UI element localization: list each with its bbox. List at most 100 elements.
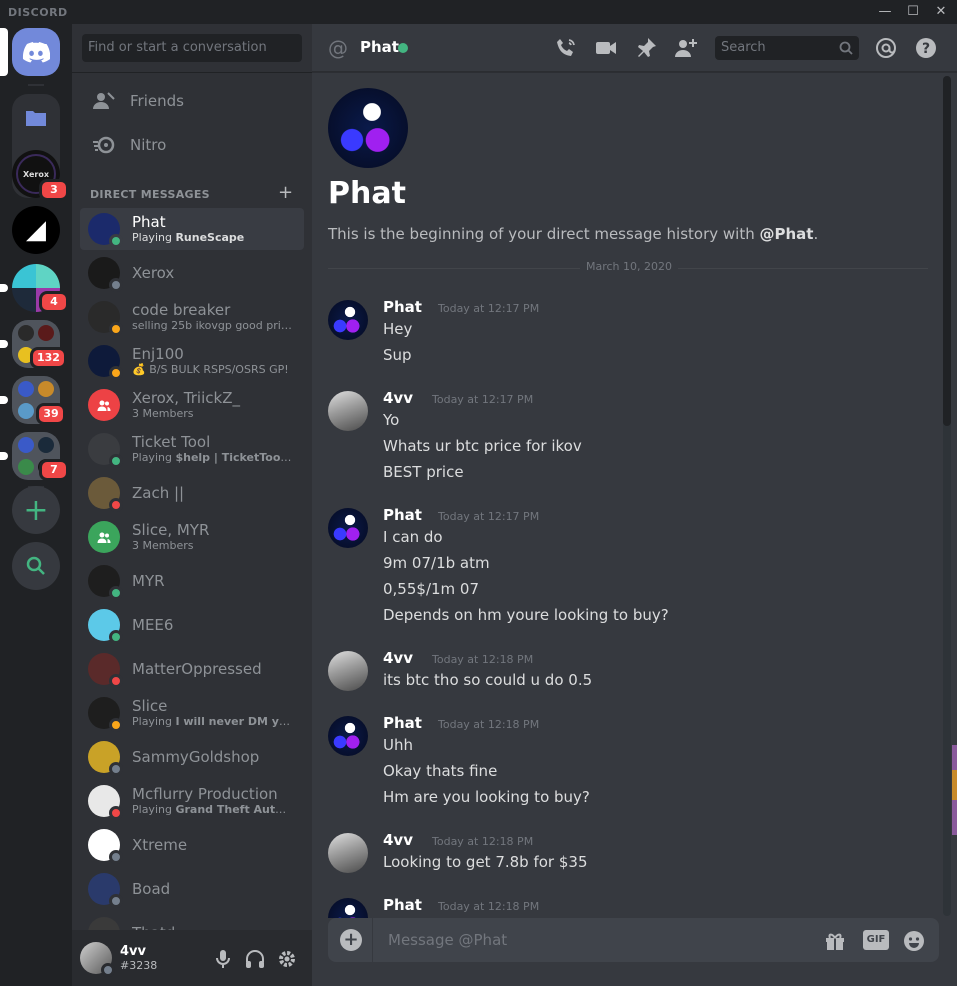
avatar: [88, 829, 123, 864]
dm-item[interactable]: Phat Playing RuneScape: [80, 208, 304, 250]
chat-search-placeholder: Search: [721, 40, 766, 55]
dm-item[interactable]: Mcflurry Production Playing Grand Theft A…: [80, 780, 304, 822]
message-avatar[interactable]: [328, 391, 368, 431]
dm-item[interactable]: Slice, MYR 3 Members: [80, 516, 304, 558]
message-avatar[interactable]: [328, 716, 368, 756]
avatar: [88, 345, 123, 380]
message-avatar[interactable]: [328, 300, 368, 340]
status-indicator: [109, 894, 123, 908]
maximize-button[interactable]: ☐: [898, 0, 928, 24]
dm-item[interactable]: Zach ||: [80, 472, 304, 514]
server-badge: 132: [30, 347, 67, 369]
message-timestamp: Today at 12:18 PM: [432, 835, 534, 848]
message-group[interactable]: 4vv Today at 12:18 PM its btc tho so could…: [328, 649, 928, 701]
gift-icon[interactable]: [823, 929, 847, 953]
dm-name: MatterOppressed: [132, 660, 262, 678]
microphone-icon[interactable]: [212, 948, 234, 970]
server-dark[interactable]: ◢: [12, 206, 60, 254]
status-indicator: [109, 498, 123, 512]
home-button[interactable]: [0, 28, 60, 76]
message-group[interactable]: Phat Today at 12:17 PM Hey Sup: [328, 298, 928, 376]
dm-name: Slice: [132, 697, 168, 715]
dm-item[interactable]: Xtreme: [80, 824, 304, 866]
server-group-3[interactable]: 7: [0, 432, 69, 481]
dm-item[interactable]: MEE6: [80, 604, 304, 646]
intro-text: This is the beginning of your direct mes…: [328, 225, 818, 243]
chat-recipient-name[interactable]: Phat: [360, 38, 399, 56]
dm-item[interactable]: code breaker selling 25b ikovgp good pric…: [80, 296, 304, 338]
status-indicator: [109, 630, 123, 644]
message-list[interactable]: Phat This is the beginning of your direc…: [312, 72, 957, 918]
server-rail: Xerox 3 ◢ 4 132 39 7 +: [0, 24, 72, 986]
message-group[interactable]: 4vv Today at 12:18 PM Looking to get 7.8b …: [328, 831, 928, 883]
message-avatar[interactable]: [328, 898, 368, 918]
voice-call-icon[interactable]: [554, 36, 578, 60]
find-conversation-input[interactable]: Find or start a conversation: [82, 34, 302, 62]
mentions-icon[interactable]: [874, 36, 898, 60]
message-author[interactable]: 4vv: [383, 649, 413, 667]
settings-gear-icon[interactable]: [276, 948, 298, 970]
dm-item[interactable]: SlicePlaying I will never DM you fi...: [80, 692, 304, 734]
server-tt[interactable]: 4: [0, 264, 69, 313]
dm-item[interactable]: Boad: [80, 868, 304, 910]
dm-item[interactable]: Enj100 💰 B/S BULK RSPS/OSRS GP!: [80, 340, 304, 382]
message-group[interactable]: 4vv Today at 12:17 PM Yo Whats ur btc price…: [328, 389, 928, 493]
close-button[interactable]: ✕: [926, 0, 956, 24]
message-avatar[interactable]: [328, 508, 368, 548]
server-folder[interactable]: Xerox 3: [12, 94, 69, 201]
message-author[interactable]: 4vv: [383, 831, 413, 849]
dm-item[interactable]: MatterOppressed: [80, 648, 304, 690]
dm-name: Ticket Tool: [132, 433, 211, 451]
status-indicator: [109, 674, 123, 688]
dm-item[interactable]: MYR: [80, 560, 304, 602]
chat-search-input[interactable]: Search: [715, 36, 859, 60]
intro-mention[interactable]: @Phat: [759, 225, 813, 243]
dm-name: MEE6: [132, 616, 174, 634]
nitro-nav-item[interactable]: Nitro: [80, 124, 304, 166]
dm-activity: Playing I will never DM you fi...: [132, 715, 292, 728]
message-author[interactable]: Phat: [383, 506, 422, 524]
message-avatar[interactable]: [328, 833, 368, 873]
nitro-label: Nitro: [130, 136, 167, 154]
message-timestamp: Today at 12:17 PM: [438, 302, 540, 315]
message-author[interactable]: Phat: [383, 298, 422, 316]
message-group[interactable]: Phat Today at 12:18 PM: [328, 896, 928, 918]
upload-plus-button[interactable]: +: [340, 929, 362, 951]
avatar: [88, 697, 123, 732]
message-composer[interactable]: + Message @Phat GIF: [328, 918, 939, 962]
message-text: Okay thats fine: [383, 762, 498, 780]
message-group[interactable]: Phat Today at 12:17 PM I can do 9m 07/1b at…: [328, 506, 928, 636]
user-avatar[interactable]: [80, 942, 115, 977]
headphones-icon[interactable]: [244, 948, 266, 970]
message-author[interactable]: Phat: [383, 714, 422, 732]
help-icon[interactable]: ?: [914, 36, 938, 60]
scrollbar-thumb[interactable]: [943, 76, 951, 426]
message-group[interactable]: Phat Today at 12:18 PM Uhh Okay thats fine H…: [328, 714, 928, 818]
server-group-1[interactable]: 132: [0, 320, 67, 369]
status-indicator: [109, 322, 123, 336]
create-dm-button[interactable]: +: [278, 182, 293, 203]
folder-icon: [26, 111, 46, 126]
message-avatar[interactable]: [328, 651, 368, 691]
search-icon: [839, 41, 853, 55]
dm-item[interactable]: Xerox: [80, 252, 304, 294]
emoji-icon[interactable]: [902, 929, 926, 953]
message-author[interactable]: Phat: [383, 896, 422, 914]
message-input[interactable]: Message @Phat: [388, 931, 507, 949]
add-friend-icon[interactable]: [674, 36, 698, 60]
message-author[interactable]: 4vv: [383, 389, 413, 407]
video-call-icon[interactable]: [594, 36, 618, 60]
dm-item[interactable]: Xerox, TriickZ_ 3 Members: [80, 384, 304, 426]
gif-button[interactable]: GIF: [863, 930, 889, 950]
server-group-2[interactable]: 39: [0, 376, 66, 425]
friends-label: Friends: [130, 92, 184, 110]
add-server-button[interactable]: +: [12, 486, 60, 534]
dm-item[interactable]: SammyGoldshop: [80, 736, 304, 778]
friends-nav-item[interactable]: Friends: [80, 80, 304, 122]
username: 4vv: [120, 944, 146, 959]
minimize-button[interactable]: —: [870, 0, 900, 24]
avatar: [88, 521, 120, 553]
pin-icon[interactable]: [634, 36, 658, 60]
explore-servers-button[interactable]: [12, 542, 60, 590]
dm-item[interactable]: Ticket ToolPlaying $help | TicketTool.xy…: [80, 428, 304, 470]
